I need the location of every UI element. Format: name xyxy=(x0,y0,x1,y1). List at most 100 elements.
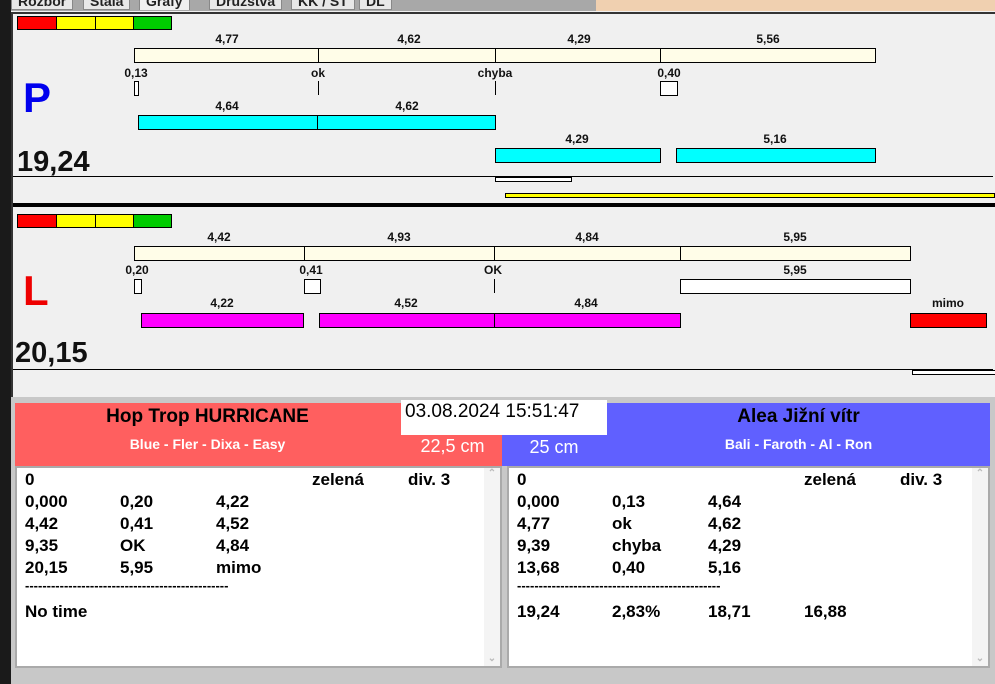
mark-box xyxy=(680,279,911,294)
cell: 4,77 xyxy=(517,514,551,533)
mark-tick xyxy=(318,81,319,95)
bar-label: 4,84 xyxy=(574,296,598,310)
cell: chyba xyxy=(612,536,662,555)
throw-bar xyxy=(318,48,496,63)
datetime: 03.08.2024 15:51:47 xyxy=(401,400,607,435)
result-bar xyxy=(319,313,495,328)
cell: 4,22 xyxy=(216,492,250,511)
cell: 0,13 xyxy=(612,492,646,511)
throw-bar xyxy=(134,246,305,261)
throw-bar xyxy=(134,48,319,63)
cell: 0,000 xyxy=(517,492,560,511)
team-right-results[interactable]: 0 zelená div. 3 0,000 0,13 4,64 4,77 ok 4,62 9… xyxy=(507,466,990,668)
mark-box xyxy=(134,279,142,294)
left-edge xyxy=(0,0,11,684)
summary: 2,83% xyxy=(612,602,661,621)
cell: 13,68 xyxy=(517,558,560,577)
progress-bar xyxy=(505,193,995,198)
bar-label: 4,22 xyxy=(210,296,234,310)
status-yellow xyxy=(56,16,96,30)
team-left-distance: 22,5 cm xyxy=(420,436,485,456)
tab-druzstva[interactable]: Družstva xyxy=(209,0,283,10)
throw-bar xyxy=(680,246,911,261)
cell: div. 3 xyxy=(408,470,451,489)
bar-label: 4,84 xyxy=(575,230,599,244)
total-score: 20,15 xyxy=(15,337,88,369)
cell: 4,64 xyxy=(708,492,742,511)
mark-box xyxy=(304,279,321,294)
team-right-name: Alea Jižní vítr xyxy=(737,406,860,427)
mark-box xyxy=(495,177,572,182)
lane-letter: P xyxy=(23,74,52,121)
cell: 5,16 xyxy=(708,558,742,577)
status-green xyxy=(133,214,172,228)
scrollbar[interactable]: ⌃ ⌄ xyxy=(972,468,988,666)
summary: No time xyxy=(25,602,88,621)
status-yellow xyxy=(95,214,134,228)
cell: 20,15 xyxy=(25,558,68,577)
team-right-distance: 25 cm xyxy=(529,437,579,457)
summary: 19,24 xyxy=(517,602,560,621)
cell: 0 xyxy=(517,470,527,489)
result-bar-miss xyxy=(910,313,987,328)
status-green xyxy=(133,16,172,30)
tab-bar: Rozbor Stála Grafy Družstva KK / ST DL xyxy=(11,0,596,11)
bar-label: 4,64 xyxy=(215,99,239,113)
scrollbar[interactable]: ⌃ ⌄ xyxy=(484,468,500,666)
team-left-players: Blue - Fler - Dixa - Easy xyxy=(129,436,286,452)
scroll-down-icon[interactable]: ⌄ xyxy=(972,653,988,664)
total-score: 19,24 xyxy=(17,146,90,178)
scroll-up-icon[interactable]: ⌃ xyxy=(484,468,500,479)
cell: zelená xyxy=(312,470,364,489)
cell: 0 xyxy=(25,470,35,489)
tab-kk-st[interactable]: KK / ST xyxy=(291,0,355,10)
status-yellow xyxy=(95,16,134,30)
panel-l: 4,42 4,93 4,84 5,95 0,20 0,41 OK 5,95 L … xyxy=(11,207,995,397)
tab-grafy[interactable]: Grafy xyxy=(139,0,190,10)
cell: 4,52 xyxy=(216,514,250,533)
mark-box xyxy=(134,81,139,96)
tab-rozbor[interactable]: Rozbor xyxy=(11,0,74,10)
cell: 0,41 xyxy=(120,514,154,533)
lane-letter: L xyxy=(23,267,49,314)
team-right-players: Bali - Faroth - Al - Ron xyxy=(724,436,873,452)
cell: zelená xyxy=(804,470,856,489)
status-yellow xyxy=(56,214,96,228)
cell: 4,84 xyxy=(216,536,250,555)
team-left-name: Hop Trop HURRICANE xyxy=(106,406,309,427)
mark-label: ok xyxy=(310,66,326,80)
bar-label: 5,16 xyxy=(763,132,787,146)
cell: 9,39 xyxy=(517,536,551,555)
bar-label: 4,62 xyxy=(397,32,421,46)
mark-label: OK xyxy=(484,263,502,277)
cell: 4,42 xyxy=(25,514,59,533)
mark-box xyxy=(660,81,678,96)
cell: ok xyxy=(612,514,632,533)
bar-label: 5,56 xyxy=(756,32,780,46)
team-left-results[interactable]: 0 zelená div. 3 0,000 0,20 4,22 4,42 0,41 4,52… xyxy=(15,466,502,668)
window-area xyxy=(596,0,995,11)
mark-label: chyba xyxy=(477,66,513,80)
bar-label: mimo xyxy=(931,296,965,310)
cell: 9,35 xyxy=(25,536,59,555)
result-bar xyxy=(138,115,318,130)
tab-stala[interactable]: Stála xyxy=(83,0,131,10)
bar-label: 4,62 xyxy=(395,99,419,113)
cell: 5,95 xyxy=(120,558,154,577)
tab-dl[interactable]: DL xyxy=(359,0,392,10)
panel-p: 4,77 4,62 4,29 5,56 0,13 ok chyba 0,40 P… xyxy=(11,12,995,207)
bar-label: 5,95 xyxy=(783,230,807,244)
cell: div. 3 xyxy=(900,470,943,489)
throw-bar xyxy=(494,246,681,261)
bar-label: 4,29 xyxy=(567,32,591,46)
scroll-up-icon[interactable]: ⌃ xyxy=(972,468,988,479)
cell: 4,29 xyxy=(708,536,742,555)
summary: 18,71 xyxy=(708,602,751,621)
mark-label: 0,20 xyxy=(125,263,149,277)
separator: ----------------------------------------… xyxy=(25,578,229,593)
scroll-down-icon[interactable]: ⌄ xyxy=(484,653,500,664)
bar-label: 4,42 xyxy=(207,230,231,244)
bar-label: 4,77 xyxy=(215,32,239,46)
bar-label: 4,93 xyxy=(387,230,411,244)
result-bar xyxy=(676,148,876,163)
